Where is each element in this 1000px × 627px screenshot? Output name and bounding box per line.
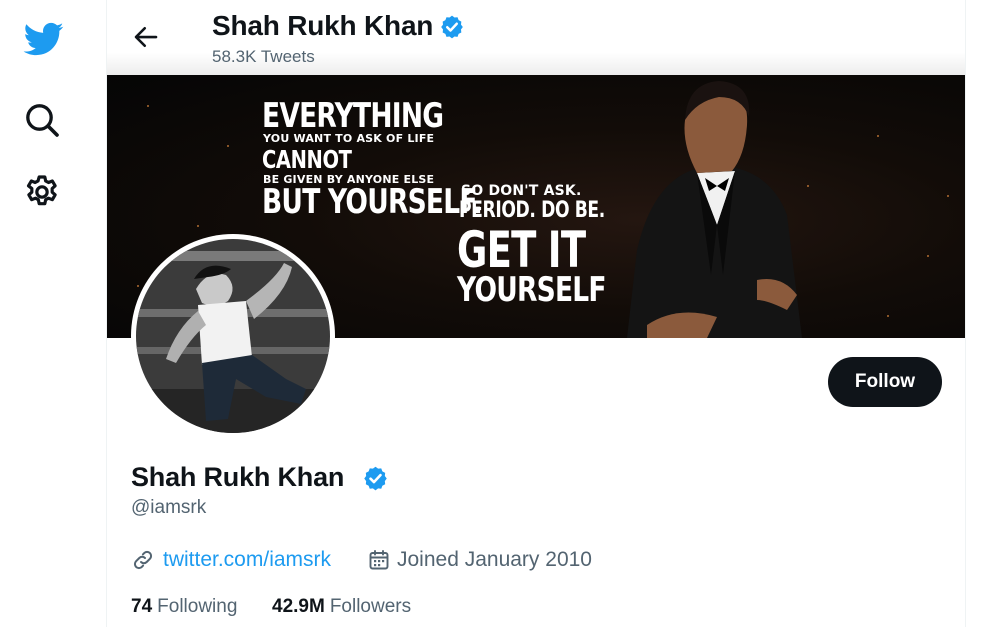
banner-quote-line: YOURSELF — [457, 270, 607, 310]
following-link[interactable]: 74 Following — [131, 596, 237, 618]
tweet-count: 58.3K Tweets — [212, 47, 315, 66]
banner-quote-line: SO DON'T ASK. — [461, 183, 582, 199]
profile-name: Shah Rukh Khan — [131, 462, 345, 492]
following-count: 74 — [131, 596, 153, 617]
banner-quote-line: PERIOD. DO BE. — [459, 198, 605, 223]
avatar-photo — [136, 239, 330, 433]
verified-badge-icon — [441, 15, 463, 39]
follow-button[interactable]: Follow — [828, 357, 942, 407]
following-label: Following — [157, 596, 238, 617]
twitter-bird-icon[interactable] — [22, 18, 64, 60]
profile-column: Shah Rukh Khan 58.3K Tweets EVERYTHING Y… — [106, 0, 966, 627]
verified-badge-icon — [364, 466, 387, 491]
banner-quote-line: EVERYTHING — [262, 96, 444, 136]
banner-quote-line: BUT YOURSELF. — [262, 182, 483, 222]
profile-header-bar: Shah Rukh Khan 58.3K Tweets — [107, 0, 965, 75]
left-navigation — [0, 0, 106, 627]
banner-quote-line: GET IT — [457, 221, 586, 279]
followers-link[interactable]: 42.9M Followers — [272, 596, 411, 618]
profile-handle: @iamsrk — [131, 497, 207, 518]
avatar[interactable] — [131, 234, 335, 438]
joined-date: Joined January 2010 — [397, 548, 592, 571]
arrow-left-icon[interactable] — [131, 22, 161, 52]
website-link[interactable]: twitter.com/iamsrk — [163, 548, 331, 572]
banner-quote-line: YOU WANT TO ASK OF LIFE — [263, 132, 435, 145]
calendar-icon — [369, 550, 389, 570]
followers-count: 42.9M — [272, 596, 325, 617]
banner-quote-line: CANNOT — [262, 145, 352, 174]
followers-label: Followers — [329, 596, 412, 617]
person-figure-image — [627, 81, 802, 338]
header-title: Shah Rukh Khan — [212, 10, 434, 41]
link-icon — [133, 550, 153, 570]
gear-icon[interactable] — [22, 172, 62, 212]
search-icon[interactable] — [22, 100, 62, 140]
right-margin — [966, 0, 1000, 627]
